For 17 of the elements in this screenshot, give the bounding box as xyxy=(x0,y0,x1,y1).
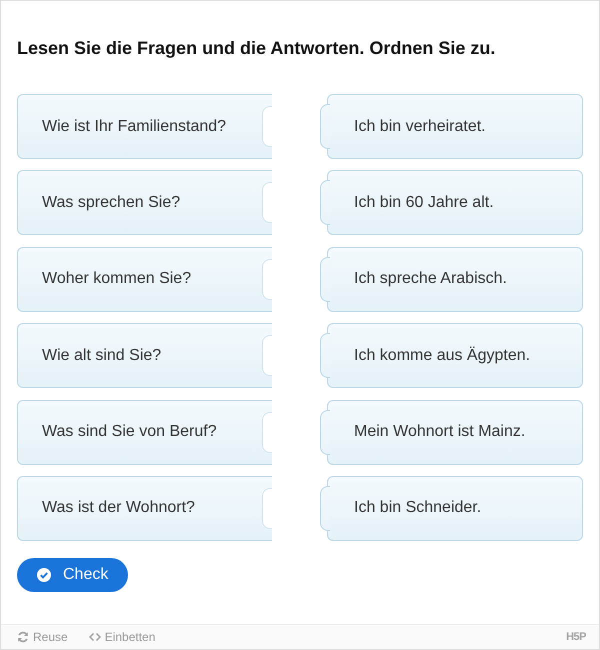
answer-card[interactable]: Ich spreche Arabisch. xyxy=(320,246,583,312)
answer-card[interactable]: Mein Wohnort ist Mainz. xyxy=(320,400,583,465)
question-card: Was sind Sie von Beruf? xyxy=(17,400,272,465)
refresh-icon xyxy=(17,631,29,643)
check-button[interactable]: Check xyxy=(17,558,128,592)
question-card: Wie ist Ihr Familienstand? xyxy=(17,94,272,159)
question-card: Wie alt sind Sie? xyxy=(17,323,272,388)
question-card: Was sprechen Sie? xyxy=(17,170,272,236)
question-card: Was ist der Wohnort? xyxy=(17,476,272,541)
question-card: Woher kommen Sie? xyxy=(17,246,272,312)
task-instruction: Lesen Sie die Fragen und die Antworten. Ordnen Sie zu. xyxy=(17,37,496,59)
answer-card[interactable]: Ich bin 60 Jahre alt. xyxy=(320,170,583,236)
answer-card[interactable]: Ich komme aus Ägypten. xyxy=(320,323,583,388)
check-circle-icon xyxy=(37,568,51,582)
code-icon xyxy=(88,631,101,643)
answer-card[interactable]: Ich bin verheiratet. xyxy=(320,94,583,159)
answer-card[interactable]: Ich bin Schneider. xyxy=(320,476,583,541)
